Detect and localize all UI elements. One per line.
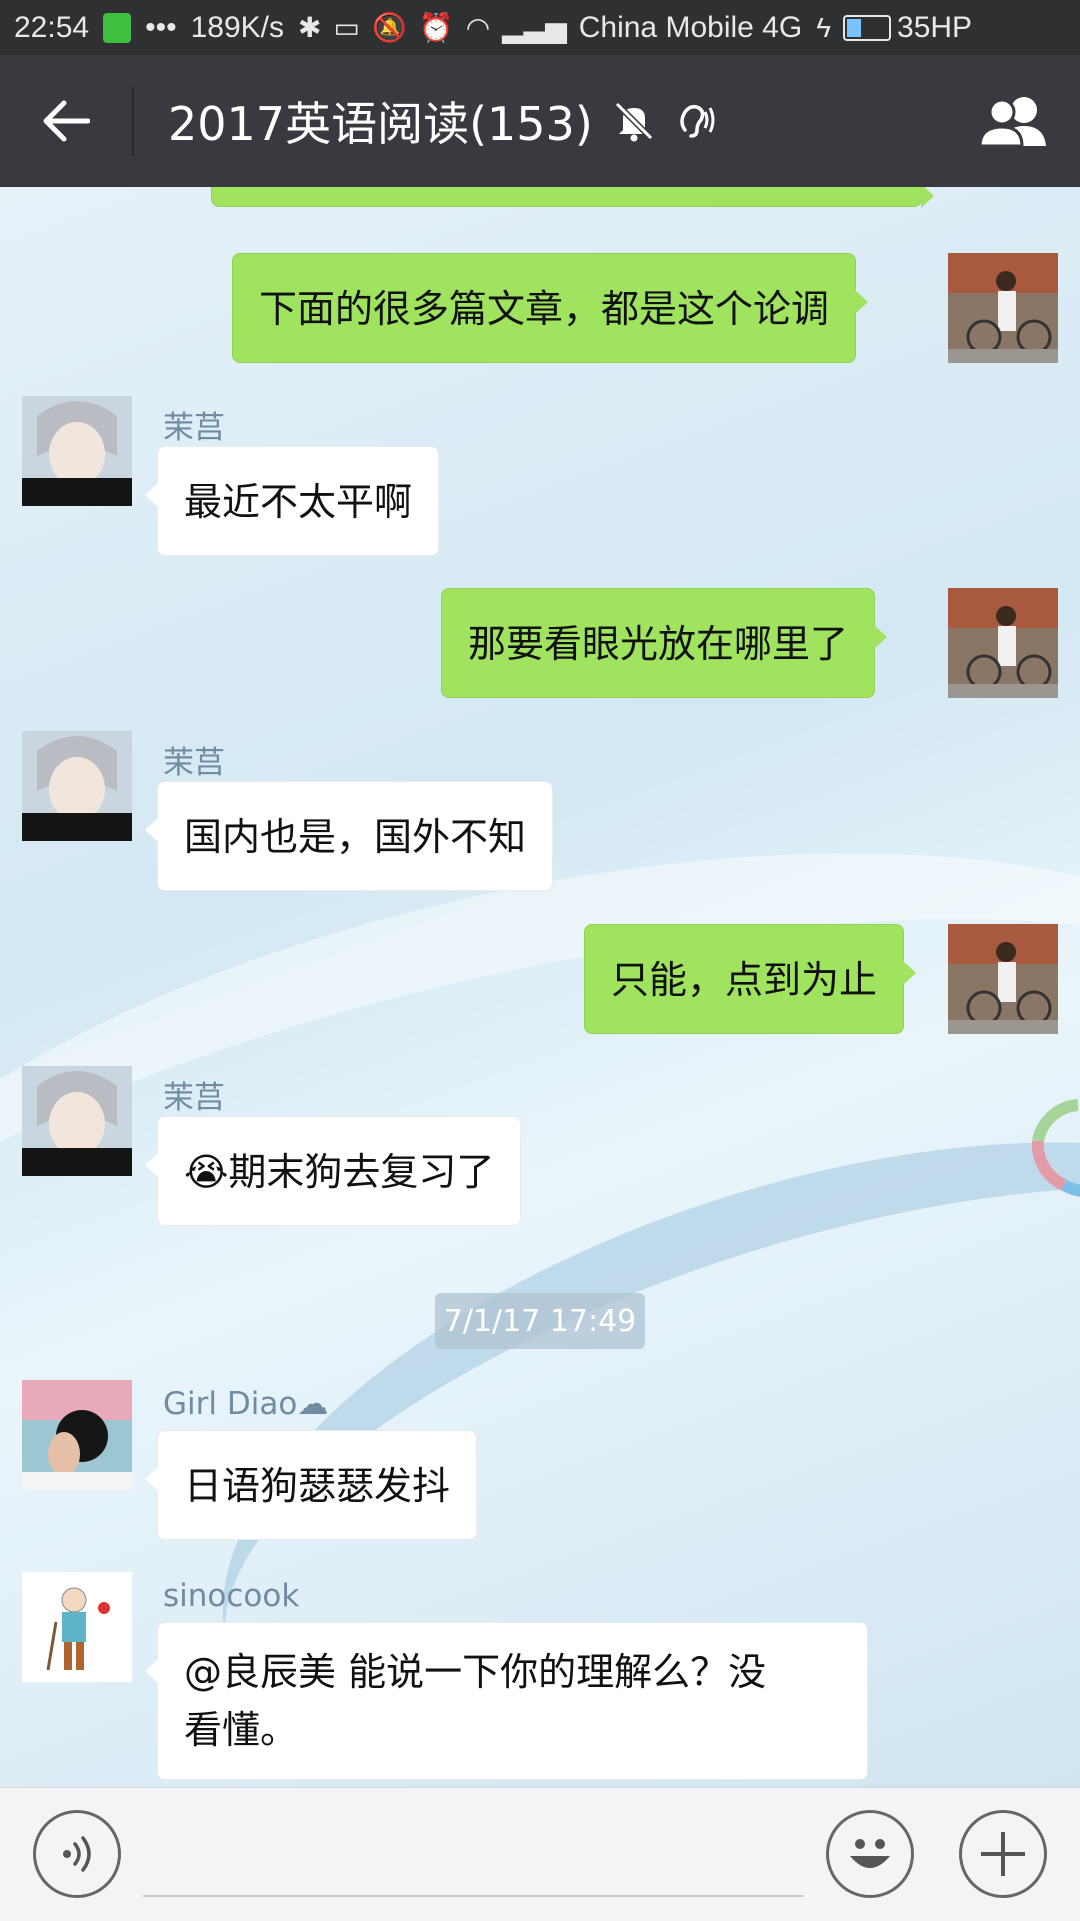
more-button[interactable] [959, 1810, 1047, 1898]
clock: 22:54 [14, 10, 90, 44]
sender-avatar[interactable] [22, 1572, 132, 1682]
message-text: 下面的很多篇文章，都是这个论调 [259, 287, 830, 331]
group-members-icon [978, 97, 1046, 148]
self-avatar[interactable] [948, 588, 1058, 698]
message-bubble[interactable]: 😭期末狗去复习了 [144, 1116, 522, 1226]
wifi-icon: ◠ [465, 12, 491, 43]
signal-icon: ▂▃▅ [502, 12, 567, 43]
message-bubble[interactable]: 只能，点到为止 [584, 924, 917, 1034]
sender-avatar[interactable] [22, 396, 132, 506]
network-speed: 189K/s [190, 10, 284, 44]
voice-button[interactable] [33, 1810, 121, 1898]
chat-title[interactable]: 2017英语阅读(153) [168, 88, 593, 154]
sender-name: 茉莒 [163, 410, 225, 446]
sender-avatar[interactable] [22, 1380, 132, 1490]
self-avatar[interactable] [948, 253, 1058, 363]
carrier-name: China Mobile 4G [578, 10, 803, 44]
battery-icon [843, 14, 892, 41]
time-divider: 7/1/17 17:49 [435, 1293, 645, 1349]
sender-name: sinocook [163, 1578, 300, 1614]
app-notification-icon [103, 12, 132, 43]
input-bar [0, 1787, 1080, 1921]
message-text: 只能，点到为止 [611, 958, 878, 1002]
message-bubble[interactable]: 最近不太平啊 [144, 446, 440, 556]
message-text: 国内也是，国外不知 [184, 815, 527, 859]
message-input[interactable] [143, 1895, 803, 1897]
sender-avatar[interactable] [22, 1066, 132, 1176]
message-bubble[interactable]: @良辰美 能说一下你的理解么？没 看懂。 [145, 1622, 868, 1780]
message-bubble[interactable]: 国内也是，国外不知 [144, 781, 554, 891]
message-text: 日语狗瑟瑟发抖 [184, 1464, 451, 1508]
group-members-button[interactable] [948, 55, 1080, 187]
battery-level: 35HP [897, 10, 973, 44]
title-bar: 2017英语阅读(153) [0, 55, 1080, 187]
message-bubble[interactable]: 那要看眼光放在哪里了 [441, 588, 888, 698]
back-button[interactable] [0, 55, 132, 187]
message-text: 那要看眼光放在哪里了 [468, 622, 849, 666]
vibrate-icon: ▭ [333, 12, 360, 43]
voice-icon [63, 1836, 91, 1872]
chat-area[interactable]: 下面的很多篇文章，都是这个论调 茉莒 最近不太平啊 那要看眼光放在哪里了 茉莒 … [0, 187, 1080, 1787]
earpiece-icon [675, 100, 717, 142]
sender-name: Girl Diao☁ [163, 1386, 329, 1422]
bluetooth-icon: ✱ [298, 12, 322, 43]
charging-icon: ϟ [816, 11, 832, 43]
sender-avatar[interactable] [22, 731, 132, 841]
crying-emoji-icon: 😭 [184, 1150, 229, 1194]
message-text-line: @良辰美 能说一下你的理解么？没 [184, 1650, 767, 1694]
message-text-line: 看懂。 [184, 1708, 299, 1752]
self-avatar[interactable] [948, 924, 1058, 1034]
title-divider [132, 86, 134, 156]
status-bar: 22:54 ••• 189K/s ✱ ▭ 🔕 ⏰ ◠ ▂▃▅ China Mob… [0, 0, 1080, 55]
emoji-icon [850, 1839, 890, 1868]
message-bubble-partial[interactable] [211, 187, 934, 208]
sender-name: 茉莒 [163, 1080, 225, 1116]
sender-name: 茉莒 [163, 745, 225, 781]
mute-bell-icon [613, 100, 655, 142]
plus-icon [981, 1832, 1025, 1876]
more-notifications-icon: ••• [145, 10, 177, 44]
emoji-button[interactable] [826, 1810, 914, 1898]
alarm-icon: ⏰ [418, 12, 454, 43]
silent-icon: 🔕 [371, 12, 407, 43]
message-text: 最近不太平啊 [184, 480, 413, 524]
floating-ball-icon[interactable] [1018, 1097, 1080, 1205]
message-bubble[interactable]: 日语狗瑟瑟发抖 [144, 1430, 478, 1540]
back-arrow-icon [43, 100, 90, 142]
message-text: 期末狗去复习了 [228, 1150, 495, 1194]
message-bubble[interactable]: 下面的很多篇文章，都是这个论调 [232, 253, 869, 363]
